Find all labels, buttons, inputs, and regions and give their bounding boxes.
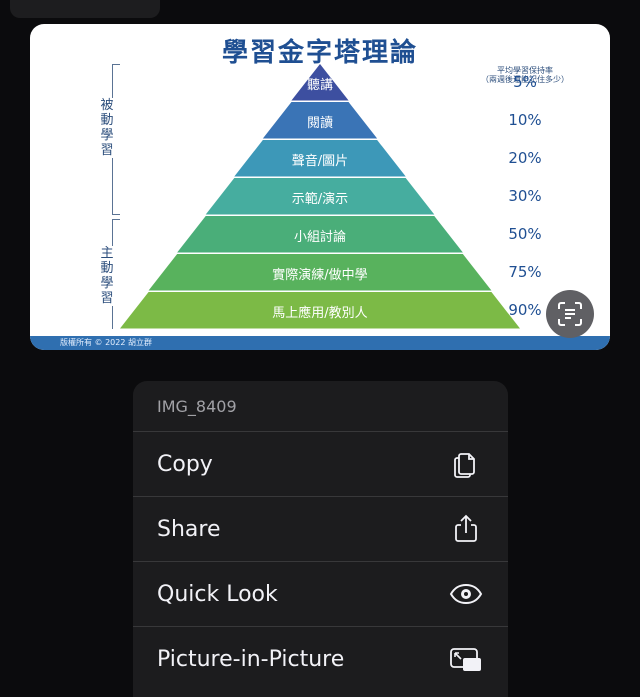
pyramid-level-label: 示範/演示: [291, 192, 349, 207]
copyright-footer: 版權所有 © 2022 胡立群: [30, 336, 610, 350]
live-text-button[interactable]: [546, 290, 594, 338]
passive-bracket-top: [112, 64, 120, 65]
retention-rate: 20%: [508, 149, 542, 167]
pyramid-level-label: 小組討論: [293, 230, 347, 245]
eye-icon: [448, 576, 484, 612]
context-menu: IMG_8409 Copy Share Quick Look Picture-i…: [133, 381, 508, 697]
share-icon: [448, 511, 484, 547]
retention-rate: 50%: [508, 225, 542, 243]
retention-rate: 30%: [508, 187, 542, 205]
copy-menu-item[interactable]: Copy: [133, 432, 508, 497]
share-label: Share: [157, 516, 221, 542]
pyramid-level-label: 聲音/圖片: [291, 154, 349, 169]
quick-look-menu-item[interactable]: Quick Look: [133, 562, 508, 627]
passive-learning-label: 被動學習: [100, 98, 114, 158]
menu-title: IMG_8409: [133, 381, 508, 432]
copy-label: Copy: [157, 451, 213, 477]
image-preview[interactable]: 學習金字塔理論 被動學習 主動學習 平均學習保持率 （兩週後還能記住多少） 聽講…: [30, 24, 610, 350]
share-menu-item[interactable]: Share: [133, 497, 508, 562]
pyramid-level-label: 聽講: [306, 78, 334, 93]
pip-icon: [448, 642, 484, 678]
quick-look-label: Quick Look: [157, 581, 278, 607]
learning-pyramid: 聽講閱讀聲音/圖片示範/演示小組討論實際演練/做中學 馬上應用/教別人: [120, 64, 520, 330]
text-scan-icon: [558, 302, 582, 326]
active-learning-label: 主動學習: [100, 246, 114, 306]
pyramid-level-label: 實際演練/做中學: [272, 268, 368, 283]
passive-bracket-bottom: [112, 214, 120, 215]
active-bracket-top: [112, 219, 120, 220]
copy-icon: [448, 446, 484, 482]
status-bar-blur: [10, 0, 160, 18]
retention-rate: 75%: [508, 263, 542, 281]
pyramid-level-label: 馬上應用/教別人: [272, 306, 368, 321]
pyramid-level-label: 閱讀: [306, 116, 334, 131]
retention-rate: 5%: [513, 73, 537, 91]
picture-in-picture-label: Picture-in-Picture: [157, 647, 345, 672]
picture-in-picture-menu-item[interactable]: Picture-in-Picture: [133, 627, 508, 692]
retention-rate: 10%: [508, 111, 542, 129]
